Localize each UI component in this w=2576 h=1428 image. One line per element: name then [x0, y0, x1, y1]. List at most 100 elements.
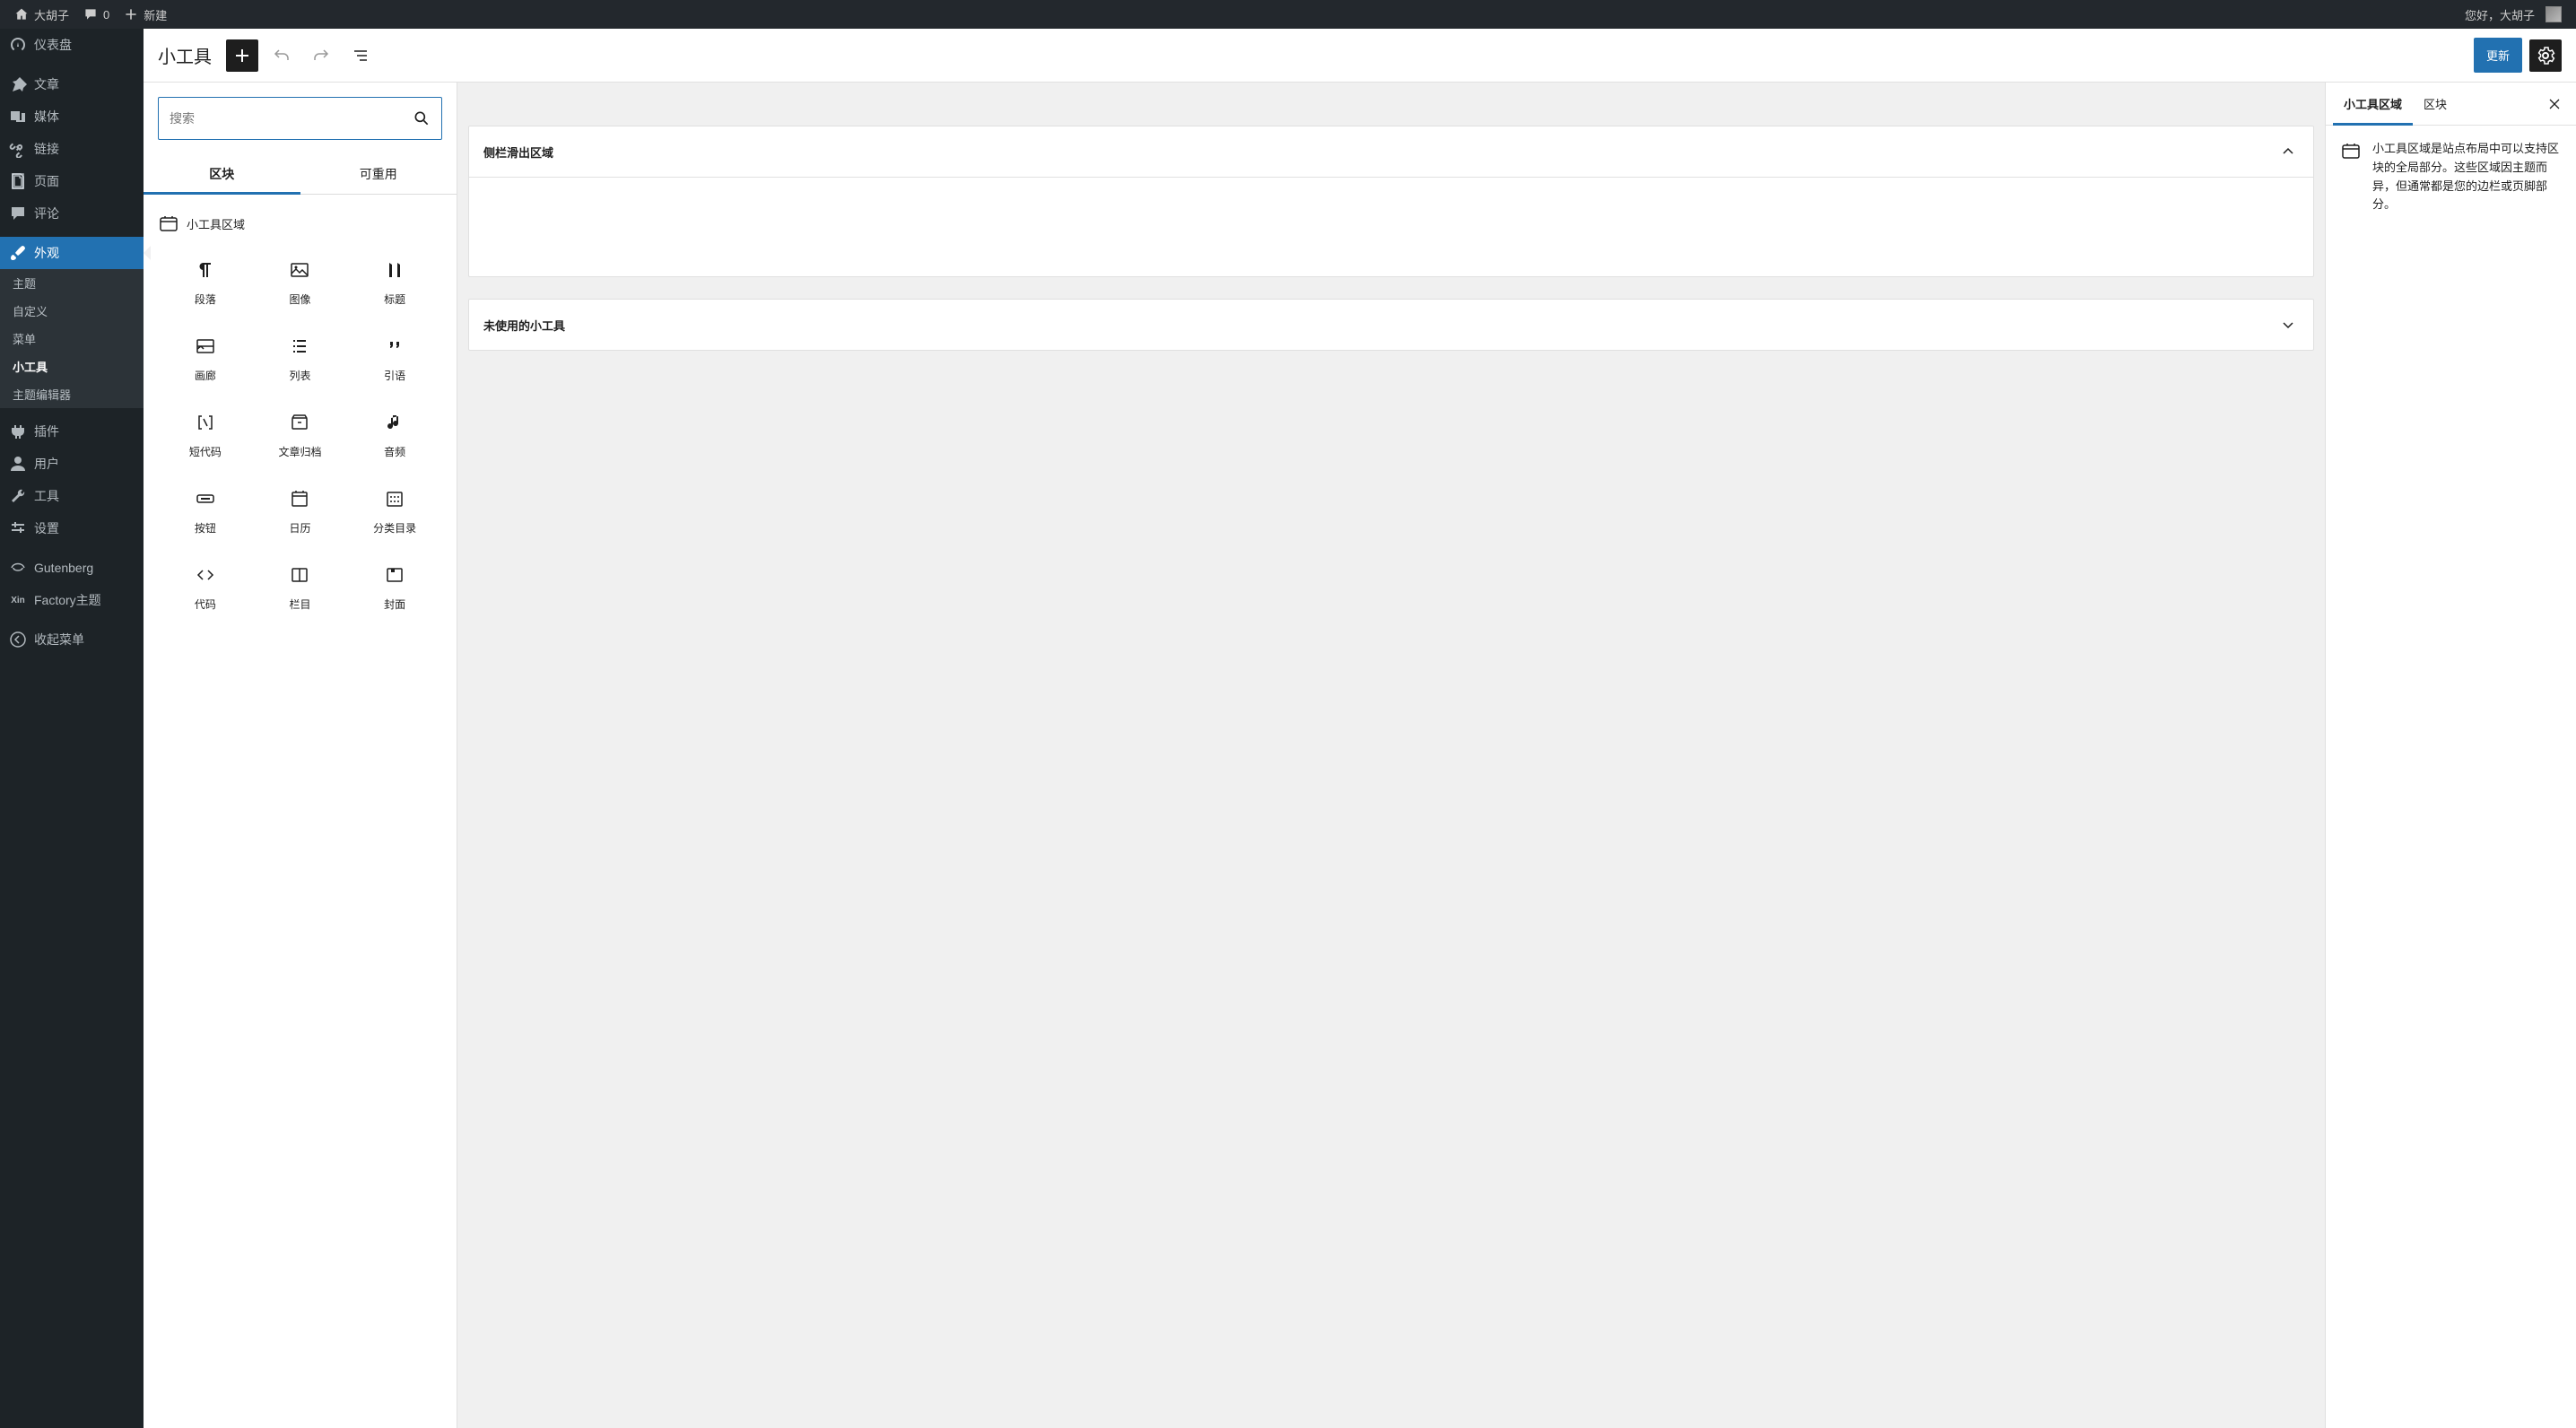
wrench-icon	[9, 487, 27, 505]
list-view-button[interactable]	[344, 39, 377, 72]
site-home-link[interactable]: 大胡子	[7, 0, 76, 29]
block-label: 按钮	[195, 520, 216, 536]
widget-area-sidebar-slideout: 侧栏滑出区域	[468, 126, 2314, 277]
block-label: 短代码	[189, 444, 222, 459]
menu-users[interactable]: 用户	[0, 448, 144, 480]
block-inserter-panel: 区块 可重用 小工具区域 段落图像 标题画廊 列表 引语短代码 文章归档 音频按钮 日历 分类…	[144, 83, 457, 1428]
menu-factory[interactable]: Xin Factory主题	[0, 584, 144, 616]
block-label: 画廊	[195, 368, 216, 383]
pages-icon	[9, 172, 27, 190]
block-label: 音频	[384, 444, 405, 459]
widget-area-icon	[158, 213, 179, 234]
block-item-button[interactable]: 按钮	[158, 474, 253, 550]
paragraph-icon	[195, 259, 216, 281]
menu-comments[interactable]: 评论	[0, 197, 144, 230]
menu-links[interactable]: 链接	[0, 133, 144, 165]
block-label: 列表	[289, 368, 310, 383]
new-content-link[interactable]: 新建	[117, 0, 174, 29]
block-item-audio[interactable]: 音频	[347, 397, 442, 474]
close-settings-button[interactable]	[2540, 90, 2569, 118]
shortcode-icon	[195, 412, 216, 433]
pin-icon	[9, 75, 27, 93]
widget-area-description: 小工具区域是站点布局中可以支持区块的全局部分。这些区域因主题而异，但通常都是您的…	[2372, 140, 2562, 214]
block-item-gallery[interactable]: 画廊	[158, 321, 253, 397]
block-item-list[interactable]: 列表	[253, 321, 348, 397]
gutenberg-icon	[9, 559, 27, 577]
submenu-customize[interactable]: 自定义	[0, 297, 144, 325]
settings-toggle-button[interactable]	[2529, 39, 2562, 72]
block-label: 图像	[289, 292, 310, 307]
undo-button[interactable]	[265, 39, 298, 72]
block-item-archives[interactable]: 文章归档	[253, 397, 348, 474]
menu-gutenberg[interactable]: Gutenberg	[0, 552, 144, 584]
greeting-text: 您好，大胡子	[2465, 6, 2535, 23]
block-item-quote[interactable]: 引语	[347, 321, 442, 397]
search-input[interactable]	[170, 111, 413, 126]
menu-pages[interactable]: 页面	[0, 165, 144, 197]
widgets-editor: 小工具 更新	[144, 29, 2576, 1428]
block-grid: 段落图像 标题画廊 列表 引语短代码 文章归档 音频按钮 日历 分类目录代码 栏目封面	[158, 245, 442, 626]
menu-settings[interactable]: 设置	[0, 512, 144, 544]
block-label: 引语	[384, 368, 405, 383]
user-icon	[9, 455, 27, 473]
menu-posts[interactable]: 文章	[0, 68, 144, 100]
plugin-icon	[9, 422, 27, 440]
code-icon	[195, 564, 216, 586]
block-item-image[interactable]: 图像	[253, 245, 348, 321]
block-item-calendar[interactable]: 日历	[253, 474, 348, 550]
collapse-icon	[9, 631, 27, 649]
editor-header: 小工具 更新	[144, 29, 2576, 83]
comments-count: 0	[103, 8, 109, 22]
menu-tools[interactable]: 工具	[0, 480, 144, 512]
block-label: 日历	[289, 520, 310, 536]
media-icon	[9, 108, 27, 126]
button-icon	[195, 488, 216, 509]
block-item-code[interactable]: 代码	[158, 550, 253, 626]
widgets-canvas: 侧栏滑出区域 未使用的小工具	[457, 83, 2325, 1428]
block-item-categories[interactable]: 分类目录	[347, 474, 442, 550]
audio-icon	[384, 412, 405, 433]
user-account-link[interactable]: 您好，大胡子	[2458, 0, 2569, 29]
block-label: 标题	[384, 292, 405, 307]
redo-button[interactable]	[305, 39, 337, 72]
list-icon	[289, 335, 310, 357]
comment-icon	[9, 205, 27, 222]
link-icon	[9, 140, 27, 158]
admin-sidebar: 仪表盘 文章 媒体 链接 页面 评论 外观 主题 自定义 菜单 小工具 主题编辑…	[0, 29, 144, 1428]
block-item-columns[interactable]: 栏目	[253, 550, 348, 626]
block-item-paragraph[interactable]: 段落	[158, 245, 253, 321]
brush-icon	[9, 244, 27, 262]
submenu-widgets[interactable]: 小工具	[0, 353, 144, 380]
menu-plugins[interactable]: 插件	[0, 415, 144, 448]
columns-icon	[289, 564, 310, 586]
chevron-down-icon	[2277, 314, 2299, 335]
tab-widget-area[interactable]: 小工具区域	[2333, 83, 2413, 125]
menu-appearance[interactable]: 外观	[0, 237, 144, 269]
category-widget-area[interactable]: 小工具区域	[158, 209, 442, 245]
plus-icon	[124, 7, 138, 22]
comments-link[interactable]: 0	[76, 0, 117, 29]
tab-reusable[interactable]: 可重用	[300, 154, 457, 194]
update-button[interactable]: 更新	[2474, 38, 2522, 73]
block-item-cover[interactable]: 封面	[347, 550, 442, 626]
settings-sidebar: 小工具区域 区块 小工具区域是站点布局中可以支持区块的全局部分。这些区域因主题而…	[2325, 83, 2576, 1428]
block-label: 文章归档	[278, 444, 321, 459]
tab-block[interactable]: 区块	[2413, 83, 2458, 125]
calendar-icon	[289, 488, 310, 509]
block-label: 代码	[195, 596, 216, 612]
widget-area-header[interactable]: 未使用的小工具	[469, 300, 2313, 350]
widget-area-header[interactable]: 侧栏滑出区域	[469, 126, 2313, 178]
submenu-menus[interactable]: 菜单	[0, 325, 144, 353]
tab-blocks[interactable]: 区块	[144, 154, 300, 194]
factory-icon: Xin	[9, 591, 27, 609]
search-input-wrap[interactable]	[158, 97, 442, 140]
submenu-themes[interactable]: 主题	[0, 269, 144, 297]
submenu-theme-editor[interactable]: 主题编辑器	[0, 380, 144, 408]
block-label: 分类目录	[373, 520, 416, 536]
menu-collapse[interactable]: 收起菜单	[0, 623, 144, 656]
inserter-toggle-button[interactable]	[226, 39, 258, 72]
block-item-heading[interactable]: 标题	[347, 245, 442, 321]
menu-media[interactable]: 媒体	[0, 100, 144, 133]
menu-dashboard[interactable]: 仪表盘	[0, 29, 144, 61]
block-item-shortcode[interactable]: 短代码	[158, 397, 253, 474]
